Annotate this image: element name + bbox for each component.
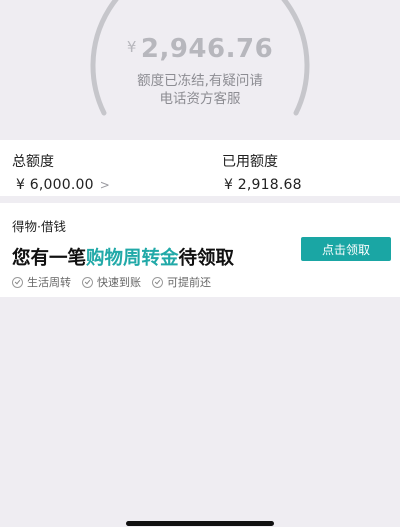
credit-gauge: ¥2,946.76 额度已冻结,有疑问请 电话资方客服 bbox=[0, 0, 400, 135]
claim-button[interactable]: 点击领取 bbox=[301, 237, 391, 261]
headline-highlight: 购物周转金 bbox=[86, 248, 179, 269]
balance-amount: ¥2,946.76 bbox=[0, 34, 400, 64]
used-credit-value: ¥ 2,918.68 bbox=[224, 177, 302, 193]
promo-headline: 您有一笔购物周转金待领取 bbox=[12, 244, 234, 270]
feature-item: 可提前还 bbox=[152, 274, 211, 290]
headline-before: 您有一笔 bbox=[12, 248, 87, 269]
gauge-arc bbox=[90, 0, 310, 116]
total-credit-value: ¥ 6,000.00 bbox=[16, 177, 94, 193]
check-circle-icon bbox=[82, 276, 93, 288]
total-credit[interactable]: 总额度 ¥ 6,000.00 > bbox=[12, 151, 110, 193]
balance-value: 2,946.76 bbox=[140, 34, 274, 64]
notice-line-1: 额度已冻结,有疑问请 bbox=[137, 73, 263, 89]
feature-item: 快速到账 bbox=[82, 274, 141, 290]
feature-label: 可提前还 bbox=[167, 276, 211, 289]
used-credit: 已用额度 ¥ 2,918.68 bbox=[222, 151, 302, 193]
feature-label: 快速到账 bbox=[97, 276, 141, 289]
check-circle-icon bbox=[152, 276, 163, 288]
feature-list: 生活周转 快速到账 可提前还 bbox=[12, 274, 222, 290]
used-credit-label: 已用额度 bbox=[222, 154, 278, 170]
chevron-right-icon[interactable]: > bbox=[100, 178, 110, 192]
headline-after: 待领取 bbox=[178, 248, 235, 269]
total-credit-label: 总额度 bbox=[12, 154, 54, 170]
check-circle-icon bbox=[12, 276, 23, 288]
feature-item: 生活周转 bbox=[12, 274, 71, 290]
promo-brand: 得物·借钱 bbox=[12, 219, 66, 234]
credit-summary-card: 总额度 ¥ 6,000.00 > 已用额度 ¥ 2,918.68 bbox=[0, 140, 400, 196]
notice-line-2: 电话资方客服 bbox=[159, 91, 241, 107]
home-indicator[interactable] bbox=[126, 521, 274, 526]
currency-symbol: ¥ bbox=[126, 38, 137, 56]
frozen-notice: 额度已冻结,有疑问请 电话资方客服 bbox=[100, 72, 300, 108]
loan-promo-card: 得物·借钱 您有一笔购物周转金待领取 点击领取 生活周转 快速到账 可提前还 bbox=[0, 203, 400, 297]
feature-label: 生活周转 bbox=[27, 276, 71, 289]
